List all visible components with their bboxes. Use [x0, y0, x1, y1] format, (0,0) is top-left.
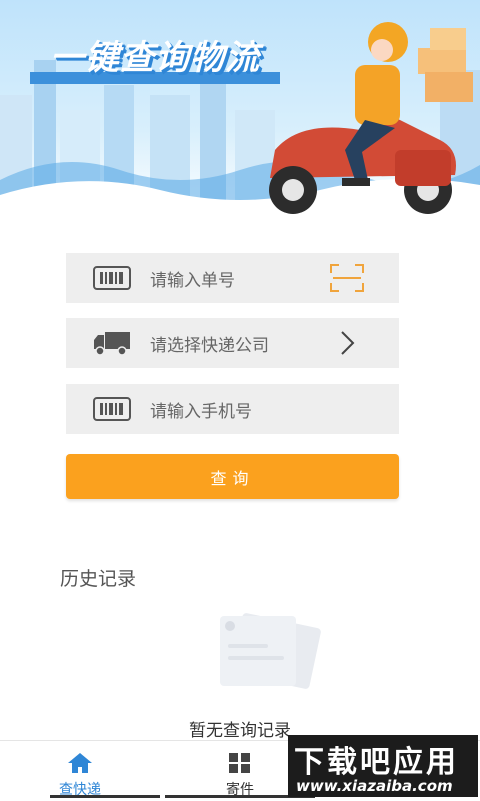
barcode-icon: [92, 265, 132, 291]
banner-title: 一键查询物流: [50, 38, 260, 78]
chevron-right-icon: [327, 323, 367, 363]
courier-company-placeholder: 请选择快递公司: [150, 335, 269, 356]
truck-icon: [92, 330, 132, 356]
watermark-logo: 下载吧应用 www.xiazaiba.com: [288, 735, 478, 797]
courier-company-field[interactable]: 请选择快递公司: [66, 318, 399, 368]
grid-icon: [228, 751, 252, 775]
nav-tab-send[interactable]: 寄件: [190, 741, 290, 801]
watermark-brand: 下载吧应用: [294, 745, 459, 780]
tracking-number-placeholder: 请输入单号: [150, 270, 235, 291]
nav-divider: [50, 795, 160, 798]
query-button[interactable]: 查询: [66, 454, 399, 499]
phone-number-placeholder: 请输入手机号: [150, 401, 252, 422]
watermark-url: www.xiazaiba.com: [296, 777, 453, 795]
history-title: 历史记录: [60, 568, 137, 590]
barcode-icon: [92, 396, 132, 422]
hero-banner: 一键查询物流: [0, 0, 480, 218]
tracking-number-field[interactable]: 请输入单号: [66, 253, 399, 303]
empty-document-icon: [214, 612, 324, 696]
home-icon: [67, 751, 93, 775]
phone-number-field[interactable]: 请输入手机号: [66, 384, 399, 434]
nav-tab-track[interactable]: 查快递: [30, 741, 130, 801]
scan-icon[interactable]: [327, 258, 367, 298]
